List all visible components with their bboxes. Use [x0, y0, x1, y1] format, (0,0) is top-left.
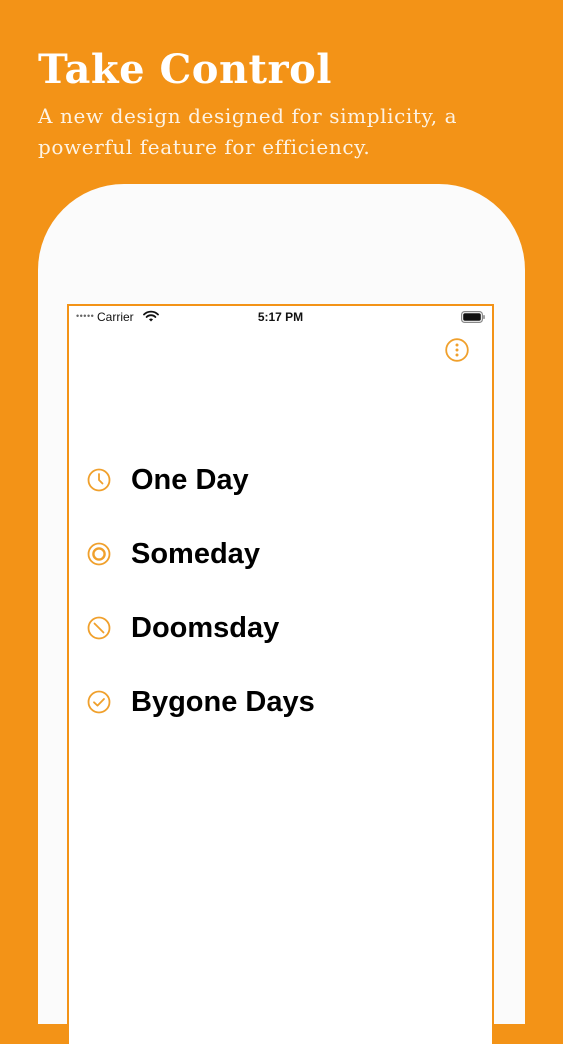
category-label: Doomsday: [131, 611, 280, 644]
more-options-button[interactable]: [445, 338, 469, 362]
phone-frame: ••••• Carrier 5:17 PM One Day Someday Do…: [38, 184, 525, 1044]
category-someday[interactable]: Someday: [87, 517, 315, 591]
category-doomsday[interactable]: Doomsday: [87, 591, 315, 665]
category-list: One Day Someday Doomsday Bygone Days: [87, 443, 315, 739]
app-screen: ••••• Carrier 5:17 PM One Day Someday Do…: [67, 304, 494, 1044]
status-bar: ••••• Carrier 5:17 PM: [69, 306, 492, 330]
clock-icon: [87, 468, 111, 492]
category-one-day[interactable]: One Day: [87, 443, 315, 517]
category-label: One Day: [131, 463, 249, 496]
more-options-icon: [445, 338, 469, 362]
promo-headline: Take Control: [38, 46, 332, 93]
battery-icon: [461, 311, 485, 323]
promo-subhead: A new design designed for simplicity, a …: [38, 104, 458, 159]
category-label: Bygone Days: [131, 685, 315, 718]
category-bygone-days[interactable]: Bygone Days: [87, 665, 315, 739]
prohibited-icon: [87, 616, 111, 640]
category-label: Someday: [131, 537, 260, 570]
checkmark-circle-icon: [87, 690, 111, 714]
status-time: 5:17 PM: [257, 310, 304, 324]
target-icon: [87, 542, 111, 566]
